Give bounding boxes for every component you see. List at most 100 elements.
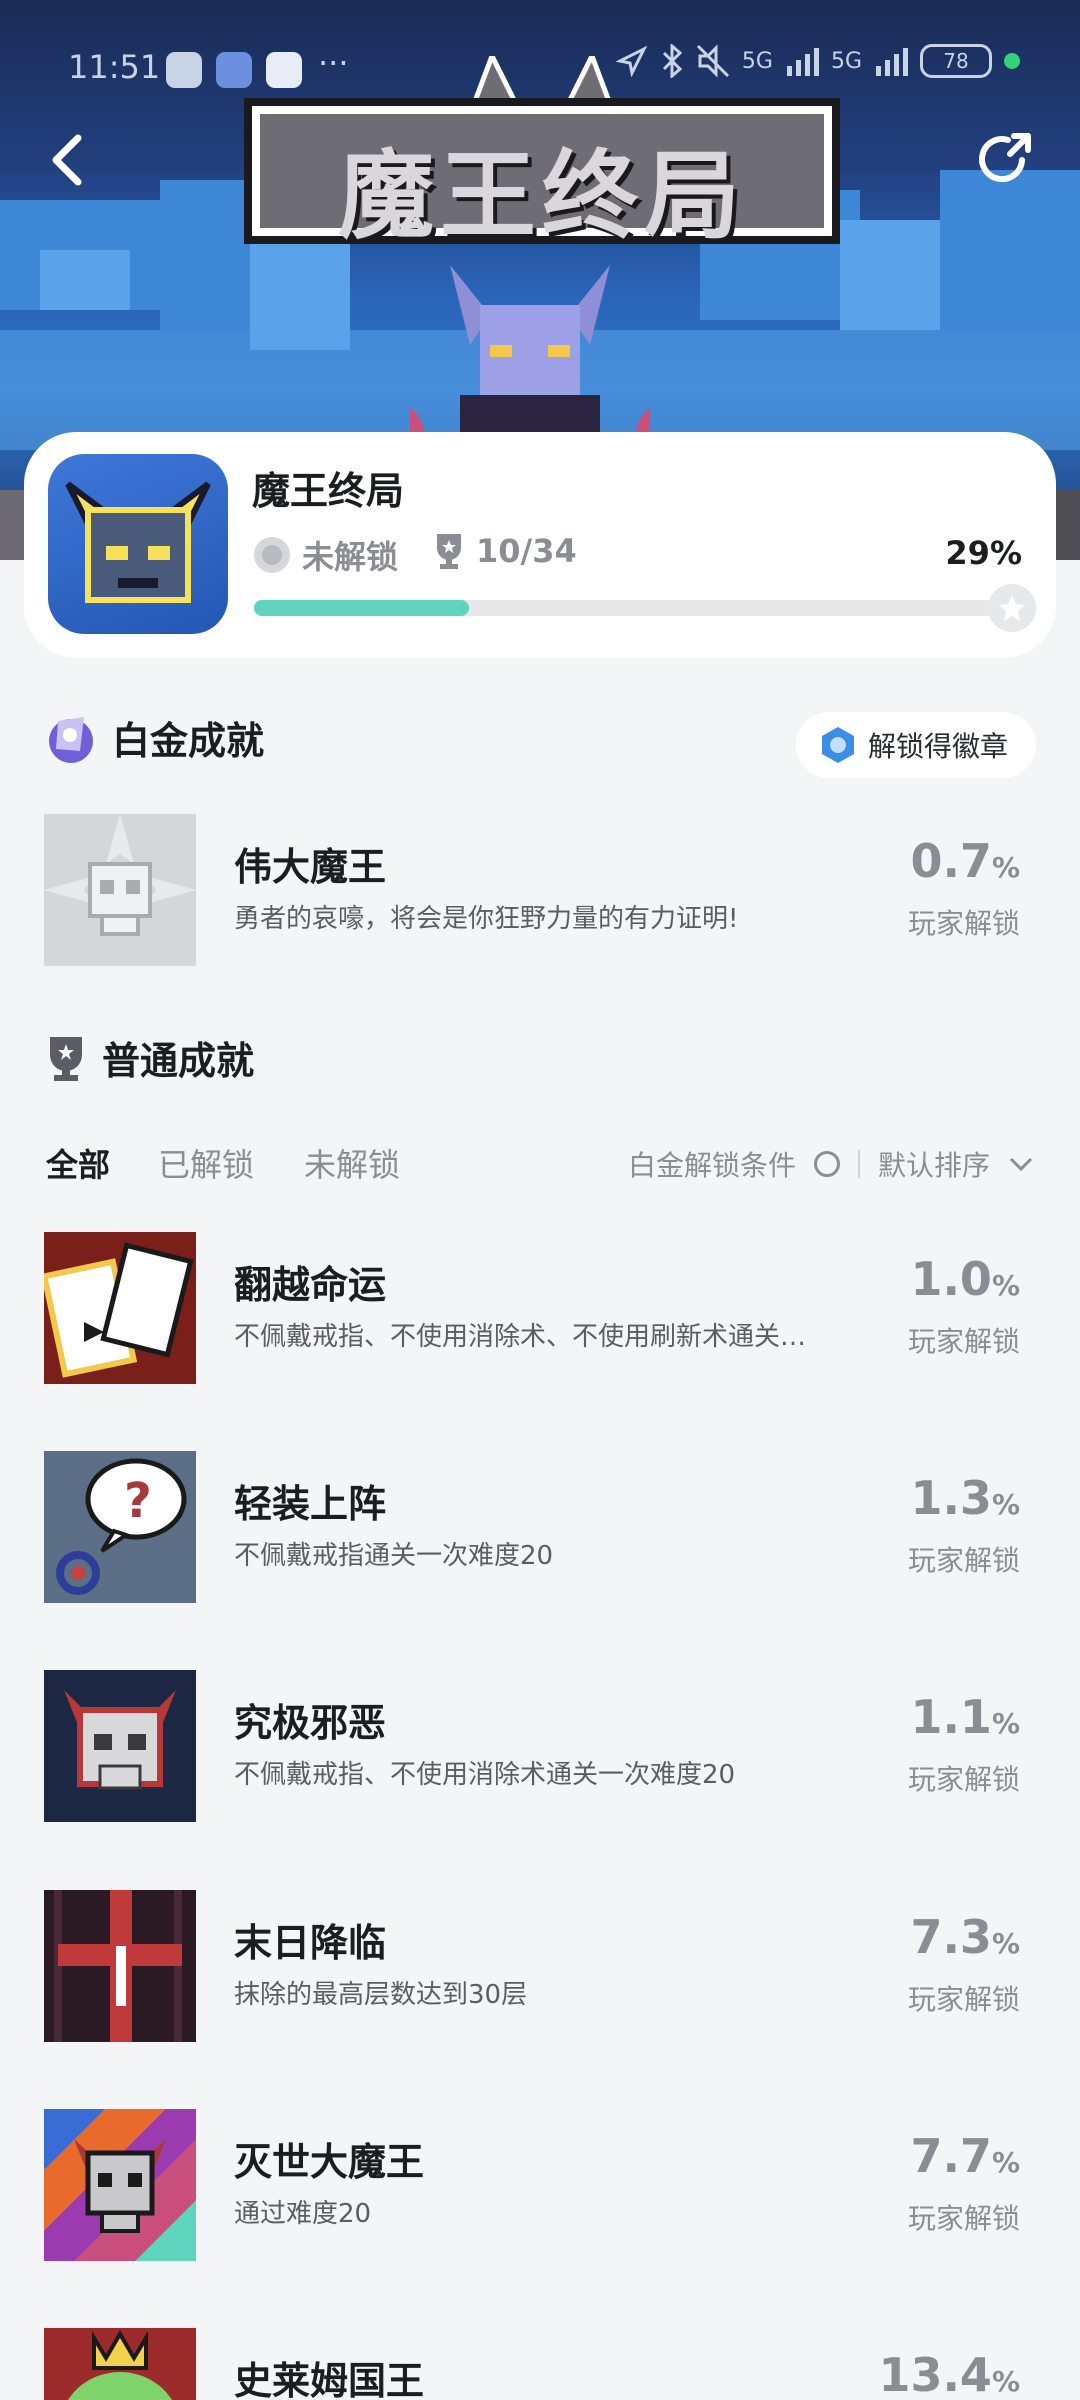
achievement-rate: 7.7% (910, 2129, 1020, 2183)
platinum-condition-toggle[interactable] (813, 1151, 840, 1177)
achievement-rate-label: 玩家解锁 (907, 1544, 1020, 1577)
platinum-condition-label: 白金解锁条件 (627, 1149, 796, 1182)
achievement-rate-label: 玩家解锁 (907, 1983, 1020, 2016)
achievement-description: 不佩戴戒指、不使用消除术、不使用刷新术通关… (234, 1322, 807, 1352)
achievement-item[interactable]: 史莱姆国王 13.4% (0, 2328, 1080, 2400)
location-icon (615, 45, 648, 77)
progress-fill (254, 600, 469, 616)
achievement-image: ? (44, 1451, 196, 1603)
notification-icon (266, 52, 302, 88)
question-bubble-icon: ? (56, 1458, 187, 1595)
progress-bar (254, 600, 994, 616)
achievement-rate: 1.3% (910, 1471, 1020, 1525)
achievement-title: 伟大魔王 (234, 845, 387, 889)
tab-unlocked[interactable]: 已解锁 (158, 1140, 254, 1186)
cards-icon (44, 1242, 194, 1378)
rate-unit: % (991, 1269, 1020, 1302)
battery-indicator: 78 (920, 44, 992, 78)
unlock-badge-button[interactable]: 解锁得徽章 (795, 712, 1036, 778)
svg-text:?: ? (124, 1473, 152, 1529)
rate-value: 1.0 (910, 1252, 992, 1306)
platinum-section-header: 白金成就 (44, 710, 264, 765)
game-icon[interactable] (48, 454, 228, 634)
achievement-item[interactable]: 究极邪恶 不佩戴戒指、不使用消除术通关一次难度20 1.1% 玩家解锁 (0, 1670, 1080, 1830)
trophy-icon (437, 534, 461, 569)
achievement-description: 抹除的最高层数达到30层 (234, 1980, 528, 2010)
achievement-image (44, 814, 196, 966)
completion-percent: 29% (945, 534, 1022, 572)
signal-icon (876, 48, 908, 76)
more-notifications-icon: ··· (318, 44, 349, 82)
chevron-down-icon[interactable] (1008, 1156, 1034, 1172)
share-button[interactable] (966, 120, 1046, 200)
achievement-item[interactable]: ? 轻装上阵 不佩戴戒指通关一次难度20 1.3% 玩家解锁 (0, 1451, 1080, 1611)
achievement-description: 不佩戴戒指、不使用消除术通关一次难度20 (234, 1760, 736, 1790)
rate-value: 1.3 (910, 1471, 992, 1525)
filter-divider (857, 1150, 860, 1178)
mute-icon (696, 44, 729, 78)
achievement-description: 不佩戴戒指通关一次难度20 (234, 1541, 554, 1571)
lock-status: 未解锁 (252, 532, 398, 578)
trophy-count: 10/34 (434, 532, 577, 570)
network-label: 5G (830, 48, 862, 74)
privacy-indicator (1004, 53, 1020, 69)
achievement-title: 轻装上阵 (234, 1482, 387, 1526)
rate-unit: % (991, 2146, 1020, 2179)
cross-icon (54, 1890, 182, 2042)
notification-icon (166, 52, 202, 88)
evil-skull-icon (64, 1690, 176, 1790)
rate-unit: % (991, 2365, 1020, 2398)
achievement-rate: 13.4% (878, 2348, 1020, 2400)
platinum-achievement-item[interactable]: 伟大魔王 勇者的哀嚎，将会是你狂野力量的有力证明! 0.7% 玩家解锁 (0, 814, 1080, 974)
rate-value: 7.7 (910, 2129, 992, 2183)
rate-value: 13.4 (878, 2348, 992, 2400)
game-summary-card: 魔王终局 未解锁 10/34 29% (24, 432, 1056, 658)
platinum-trophy-icon (49, 716, 93, 763)
achievement-rate-label: 玩家解锁 (907, 1325, 1020, 1358)
demon-skull-icon (65, 481, 211, 603)
back-button[interactable] (28, 120, 108, 200)
tab-all[interactable]: 全部 (46, 1140, 110, 1186)
sort-dropdown[interactable]: 默认排序 (878, 1144, 990, 1184)
achievement-rate-label: 玩家解锁 (907, 2202, 1020, 2235)
achievement-item[interactable]: 末日降临 抹除的最高层数达到30层 7.3% 玩家解锁 (0, 1890, 1080, 2050)
achievement-description: 勇者的哀嚎，将会是你狂野力量的有力证明! (234, 904, 739, 934)
achievement-rate: 1.0% (910, 1252, 1020, 1306)
rate-unit: % (991, 851, 1020, 884)
rate-unit: % (991, 1927, 1020, 1960)
achievement-rate: 7.3% (910, 1910, 1020, 1964)
demon-character-icon (410, 265, 650, 455)
platinum-locked-icon (254, 537, 290, 573)
badge-icon (821, 727, 854, 763)
achievement-image (44, 1890, 196, 2042)
trophy-count-label: 10/34 (476, 532, 577, 570)
achievement-title: 史莱姆国王 (234, 2359, 425, 2400)
achievement-rate: 1.1% (910, 1690, 1020, 1744)
achievement-item[interactable]: 灭世大魔王 通过难度20 7.7% 玩家解锁 (0, 2109, 1080, 2269)
chevron-left-icon (52, 134, 82, 186)
tab-locked[interactable]: 未解锁 (304, 1140, 400, 1186)
normal-section-title: 普通成就 (102, 1039, 255, 1083)
rate-unit: % (991, 1488, 1020, 1521)
achievement-title: 翻越命运 (234, 1263, 387, 1307)
signal-icon (786, 48, 819, 76)
rate-value: 0.7 (910, 834, 992, 888)
notification-icon (216, 52, 252, 88)
achievement-image (44, 2109, 196, 2261)
achievement-image (44, 1232, 196, 1384)
skull-icon (44, 814, 196, 936)
status-time: 11:51 (68, 48, 161, 86)
achievement-image (44, 1670, 196, 1822)
game-title: 魔王终局 (252, 469, 405, 513)
trophy-icon (50, 1036, 82, 1081)
achievement-item[interactable]: 翻越命运 不佩戴戒指、不使用消除术、不使用刷新术通关… 1.0% 玩家解锁 (0, 1232, 1080, 1392)
rate-value: 7.3 (910, 1910, 992, 1964)
network-label: 5G (741, 48, 773, 74)
platinum-section-title: 白金成就 (112, 719, 265, 763)
achievement-title: 究极邪恶 (234, 1701, 387, 1745)
achievement-image (44, 2328, 196, 2400)
lock-status-label: 未解锁 (302, 538, 399, 576)
achievement-rate-label: 玩家解锁 (907, 1763, 1020, 1796)
unlock-badge-label: 解锁得徽章 (867, 730, 1008, 763)
filter-bar: 全部 已解锁 未解锁 白金解锁条件 默认排序 (0, 1130, 1080, 1190)
